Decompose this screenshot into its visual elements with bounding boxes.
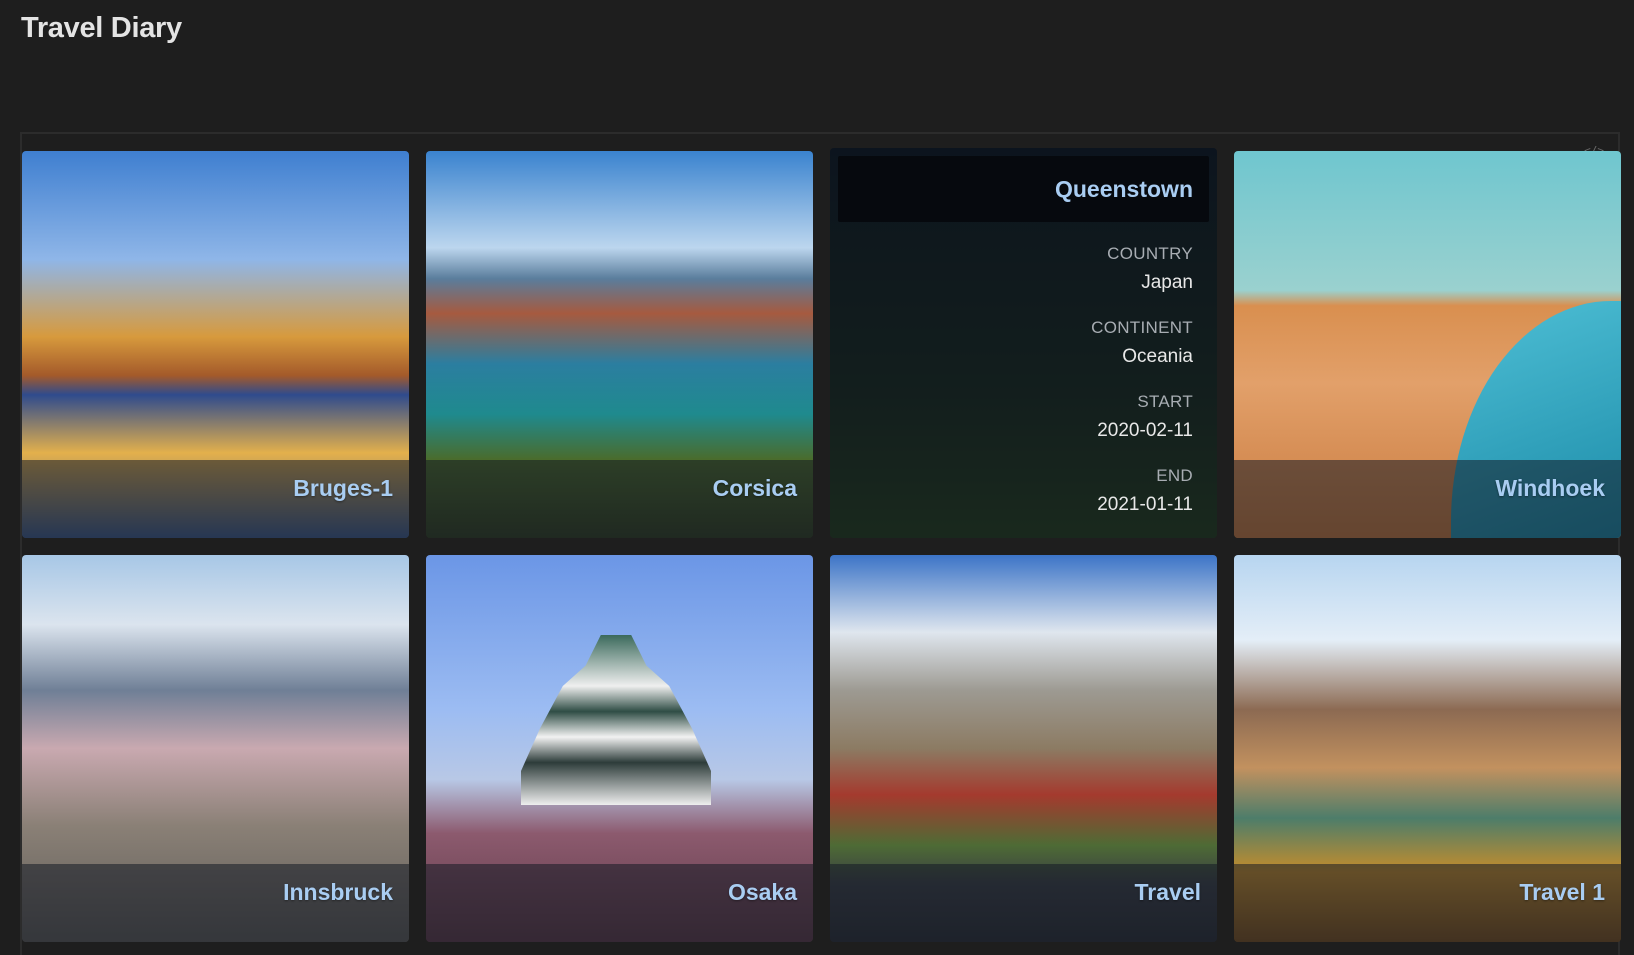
card-title: Queenstown <box>1054 176 1193 202</box>
field-label: CONTINENT <box>1091 318 1193 337</box>
gallery-card-osaka[interactable]: Osaka <box>426 555 813 942</box>
field-start: START 2020-02-11 <box>1097 392 1193 442</box>
field-label: START <box>1137 392 1193 411</box>
card-caption: Osaka <box>727 879 797 905</box>
card-caption: Travel <box>1134 879 1202 905</box>
field-value: Oceania <box>1122 346 1193 367</box>
field-country: COUNTRY Japan <box>1107 244 1193 294</box>
card-caption: Bruges-1 <box>293 475 393 501</box>
gallery-card-innsbruck[interactable]: Innsbruck <box>22 555 409 942</box>
field-value: Japan <box>1141 272 1193 293</box>
field-value: 2020-02-11 <box>1097 420 1193 441</box>
gallery-card-bruges[interactable]: Bruges-1 <box>22 151 409 538</box>
field-label: COUNTRY <box>1107 244 1193 263</box>
page-title: Travel Diary <box>21 12 182 44</box>
card-caption: Travel 1 <box>1519 879 1605 905</box>
card-caption: Windhoek <box>1495 475 1605 501</box>
field-end: END 2021-01-11 <box>1097 466 1193 516</box>
gallery-card-windhoek[interactable]: Windhoek <box>1234 151 1621 538</box>
card-caption: Innsbruck <box>283 879 393 905</box>
field-value: 2021-01-11 <box>1097 494 1193 515</box>
gallery-card-travel-1[interactable]: Travel 1 <box>1234 555 1621 942</box>
info-title-bar: Queenstown <box>838 156 1209 222</box>
field-label: END <box>1156 466 1193 485</box>
gallery-card-queenstown[interactable]: Queenstown COUNTRY Japan CONTINENT Ocean… <box>830 148 1217 538</box>
gallery-card-travel[interactable]: Travel <box>830 555 1217 942</box>
gallery-card-corsica[interactable]: Corsica <box>426 151 813 538</box>
castle-shape <box>521 635 711 805</box>
card-caption: Corsica <box>712 475 797 501</box>
field-continent: CONTINENT Oceania <box>1091 318 1193 368</box>
